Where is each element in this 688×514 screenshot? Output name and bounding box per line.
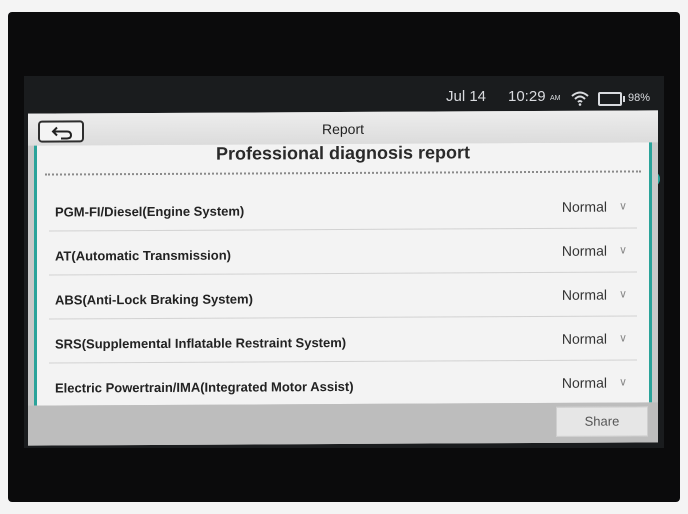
status-value: Normal (561, 330, 607, 347)
wifi-icon (571, 91, 589, 106)
system-name: PGM-FI/Diesel(Engine System) (55, 203, 245, 220)
system-name: ABS(Anti-Lock Braking System) (55, 291, 253, 308)
page-title: Report (321, 120, 365, 138)
chevron-down-icon[interactable]: ∨ (619, 376, 627, 389)
system-name: AT(Automatic Transmission) (55, 247, 232, 264)
report-panel: Professional diagnosis report PGM-FI/Die… (34, 142, 652, 406)
list-item[interactable]: PGM-FI/Diesel(Engine System) Normal ∨ (49, 184, 637, 232)
status-bar: Jul 14 10:29 AM 98% (24, 86, 664, 110)
list-item[interactable]: AT(Automatic Transmission) Normal ∨ (49, 228, 637, 276)
status-value: Normal (561, 286, 607, 303)
dotted-divider (45, 170, 641, 176)
chevron-down-icon[interactable]: ∨ (619, 244, 627, 257)
battery-icon (598, 92, 625, 106)
status-value: Normal (561, 242, 607, 259)
list-item[interactable]: ABS(Anti-Lock Braking System) Normal ∨ (49, 272, 637, 320)
chevron-down-icon[interactable]: ∨ (619, 288, 627, 301)
status-value: Normal (561, 374, 607, 391)
status-ampm: AM (550, 95, 561, 102)
footer-bar: Share (28, 402, 658, 446)
report-app: Report Professional diagnosis report PGM… (28, 110, 658, 446)
share-button[interactable]: Share (556, 406, 648, 437)
status-time: 10:29 (508, 88, 546, 105)
report-list: PGM-FI/Diesel(Engine System) Normal ∨ AT… (49, 184, 637, 406)
chevron-down-icon[interactable]: ∨ (619, 200, 627, 213)
status-value: Normal (561, 198, 607, 215)
chevron-down-icon[interactable]: ∨ (619, 332, 627, 345)
list-item[interactable]: SRS(Supplemental Inflatable Restraint Sy… (49, 316, 637, 364)
battery-percent: 98% (628, 92, 651, 104)
list-item[interactable]: Electric Powertrain/IMA(Integrated Motor… (49, 360, 637, 406)
report-heading: Professional diagnosis report (215, 142, 471, 164)
status-date: Jul 14 (446, 88, 487, 105)
title-bar: Report (28, 110, 658, 146)
system-name: SRS(Supplemental Inflatable Restraint Sy… (55, 334, 347, 352)
system-name: Electric Powertrain/IMA(Integrated Motor… (55, 378, 354, 396)
